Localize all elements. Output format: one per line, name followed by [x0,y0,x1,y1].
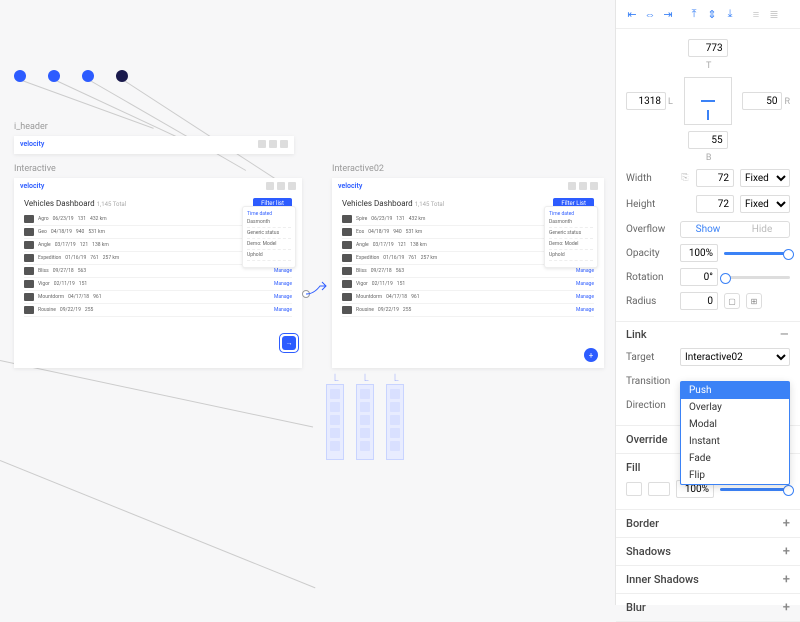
target-label: Target [626,352,674,363]
radius-individual-icon[interactable]: ⊞ [746,293,762,309]
pos-left-input[interactable] [626,92,666,110]
component-strip[interactable]: ⎿ [386,384,404,460]
collapse-icon[interactable]: — [780,328,790,341]
add-icon[interactable]: + [783,516,790,531]
transition-label: Transition [626,376,674,387]
align-toolbar: ⇤ ⇔ ⇥ ⤒ ⇕ ⤓ ≡ ≣ [616,0,800,29]
border-section-head[interactable]: Border+ [626,516,790,531]
add-icon[interactable]: + [783,600,790,615]
opacity-label: Opacity [626,248,674,259]
height-input[interactable] [696,195,734,213]
blur-section-head[interactable]: Blur+ [626,600,790,615]
opacity-input[interactable] [680,244,718,262]
height-mode-select[interactable]: Fixed [740,195,790,213]
artboard-label[interactable]: Interactive [14,164,56,174]
align-center-h-icon[interactable]: ⇔ [642,6,658,22]
overflow-label: Overflow [626,224,674,235]
width-input[interactable] [696,169,734,187]
radius-uniform-icon[interactable]: ▢ [724,293,740,309]
height-label: Height [626,199,674,210]
shadows-section-head[interactable]: Shadows+ [626,544,790,559]
transition-option-overlay[interactable]: Overlay [681,399,789,416]
width-mode-select[interactable]: Fixed [740,169,790,187]
align-right-icon[interactable]: ⇥ [660,6,676,22]
connector-arrow [296,278,336,298]
component-dot[interactable] [14,70,26,82]
pos-top-input[interactable] [688,39,728,57]
artboard-header[interactable]: velocity [14,136,294,154]
link-hotspot-selected[interactable]: → [282,336,296,350]
width-label: Width [626,173,674,184]
target-select[interactable]: Interactive02 [680,348,790,366]
component-dot[interactable] [48,70,60,82]
brand-logo: velocity [20,140,44,148]
constraint-control[interactable] [684,77,732,125]
header-icons [258,140,288,148]
connector-line [0,360,313,428]
transition-dropdown-menu[interactable]: Push Overlay Modal Instant Fade Flip [680,381,790,485]
connector-line [124,80,292,190]
rotation-slider[interactable] [724,276,790,279]
radius-label: Radius [626,296,674,307]
artboard-interactive02[interactable]: velocity Vehicles Dashboard 1,145 Total … [332,178,604,368]
add-icon[interactable]: + [783,544,790,559]
connector-line [90,80,246,171]
distribute-v-icon[interactable]: ≣ [766,6,782,22]
design-canvas[interactable]: i_header velocity Interactive velocity V… [0,0,615,605]
fill-color-swatch[interactable] [648,482,670,496]
lock-icon[interactable]: ⎘ [680,167,690,189]
connector-line [0,460,315,588]
component-strip[interactable]: ⎿ [326,384,344,460]
filter-panel: Time dated Dasmonth Generic status Demo:… [242,206,296,268]
transition-option-push[interactable]: Push [681,382,789,399]
component-strip[interactable]: ⎿ [356,384,374,460]
fill-swatch-checkbox[interactable] [626,482,642,496]
position-section: T L R B Width ⎘ Fixed Height Fixed Overf… [616,29,800,322]
artboard-label[interactable]: i_header [14,122,48,132]
rotation-label: Rotation [626,272,674,283]
pos-right-input[interactable] [742,92,782,110]
direction-label: Direction [626,400,674,411]
align-top-icon[interactable]: ⤒ [686,6,702,22]
transition-option-instant[interactable]: Instant [681,433,789,450]
align-left-icon[interactable]: ⇤ [624,6,640,22]
distribute-h-icon[interactable]: ≡ [748,6,764,22]
component-dot[interactable] [116,70,128,82]
fab-button: + [584,348,598,362]
add-icon[interactable]: + [783,572,790,587]
artboard-interactive[interactable]: velocity Vehicles Dashboard 1,145 Total … [14,178,302,368]
artboard-label[interactable]: Interactive02 [332,164,384,174]
inspector-panel: ⇤ ⇔ ⇥ ⤒ ⇕ ⤓ ≡ ≣ T L R B Width ⎘ Fixed H [615,0,800,605]
opacity-slider[interactable] [724,252,790,255]
overflow-toggle[interactable]: Show Hide [680,221,790,238]
transition-option-modal[interactable]: Modal [681,416,789,433]
inner-shadows-section-head[interactable]: Inner Shadows+ [626,572,790,587]
align-middle-icon[interactable]: ⇕ [704,6,720,22]
pos-bottom-input[interactable] [688,131,728,149]
fill-opacity-slider[interactable] [720,488,790,491]
rotation-input[interactable] [680,268,718,286]
radius-input[interactable] [680,292,718,310]
align-bottom-icon[interactable]: ⤓ [722,6,738,22]
transition-option-fade[interactable]: Fade [681,450,789,467]
transition-option-flip[interactable]: Flip [681,467,789,484]
link-section: Link— Target Interactive02 Transition Pu… [616,322,800,426]
component-dot[interactable] [82,70,94,82]
filter-panel: Time dated Dasmonth Generic status Demo:… [544,206,598,268]
